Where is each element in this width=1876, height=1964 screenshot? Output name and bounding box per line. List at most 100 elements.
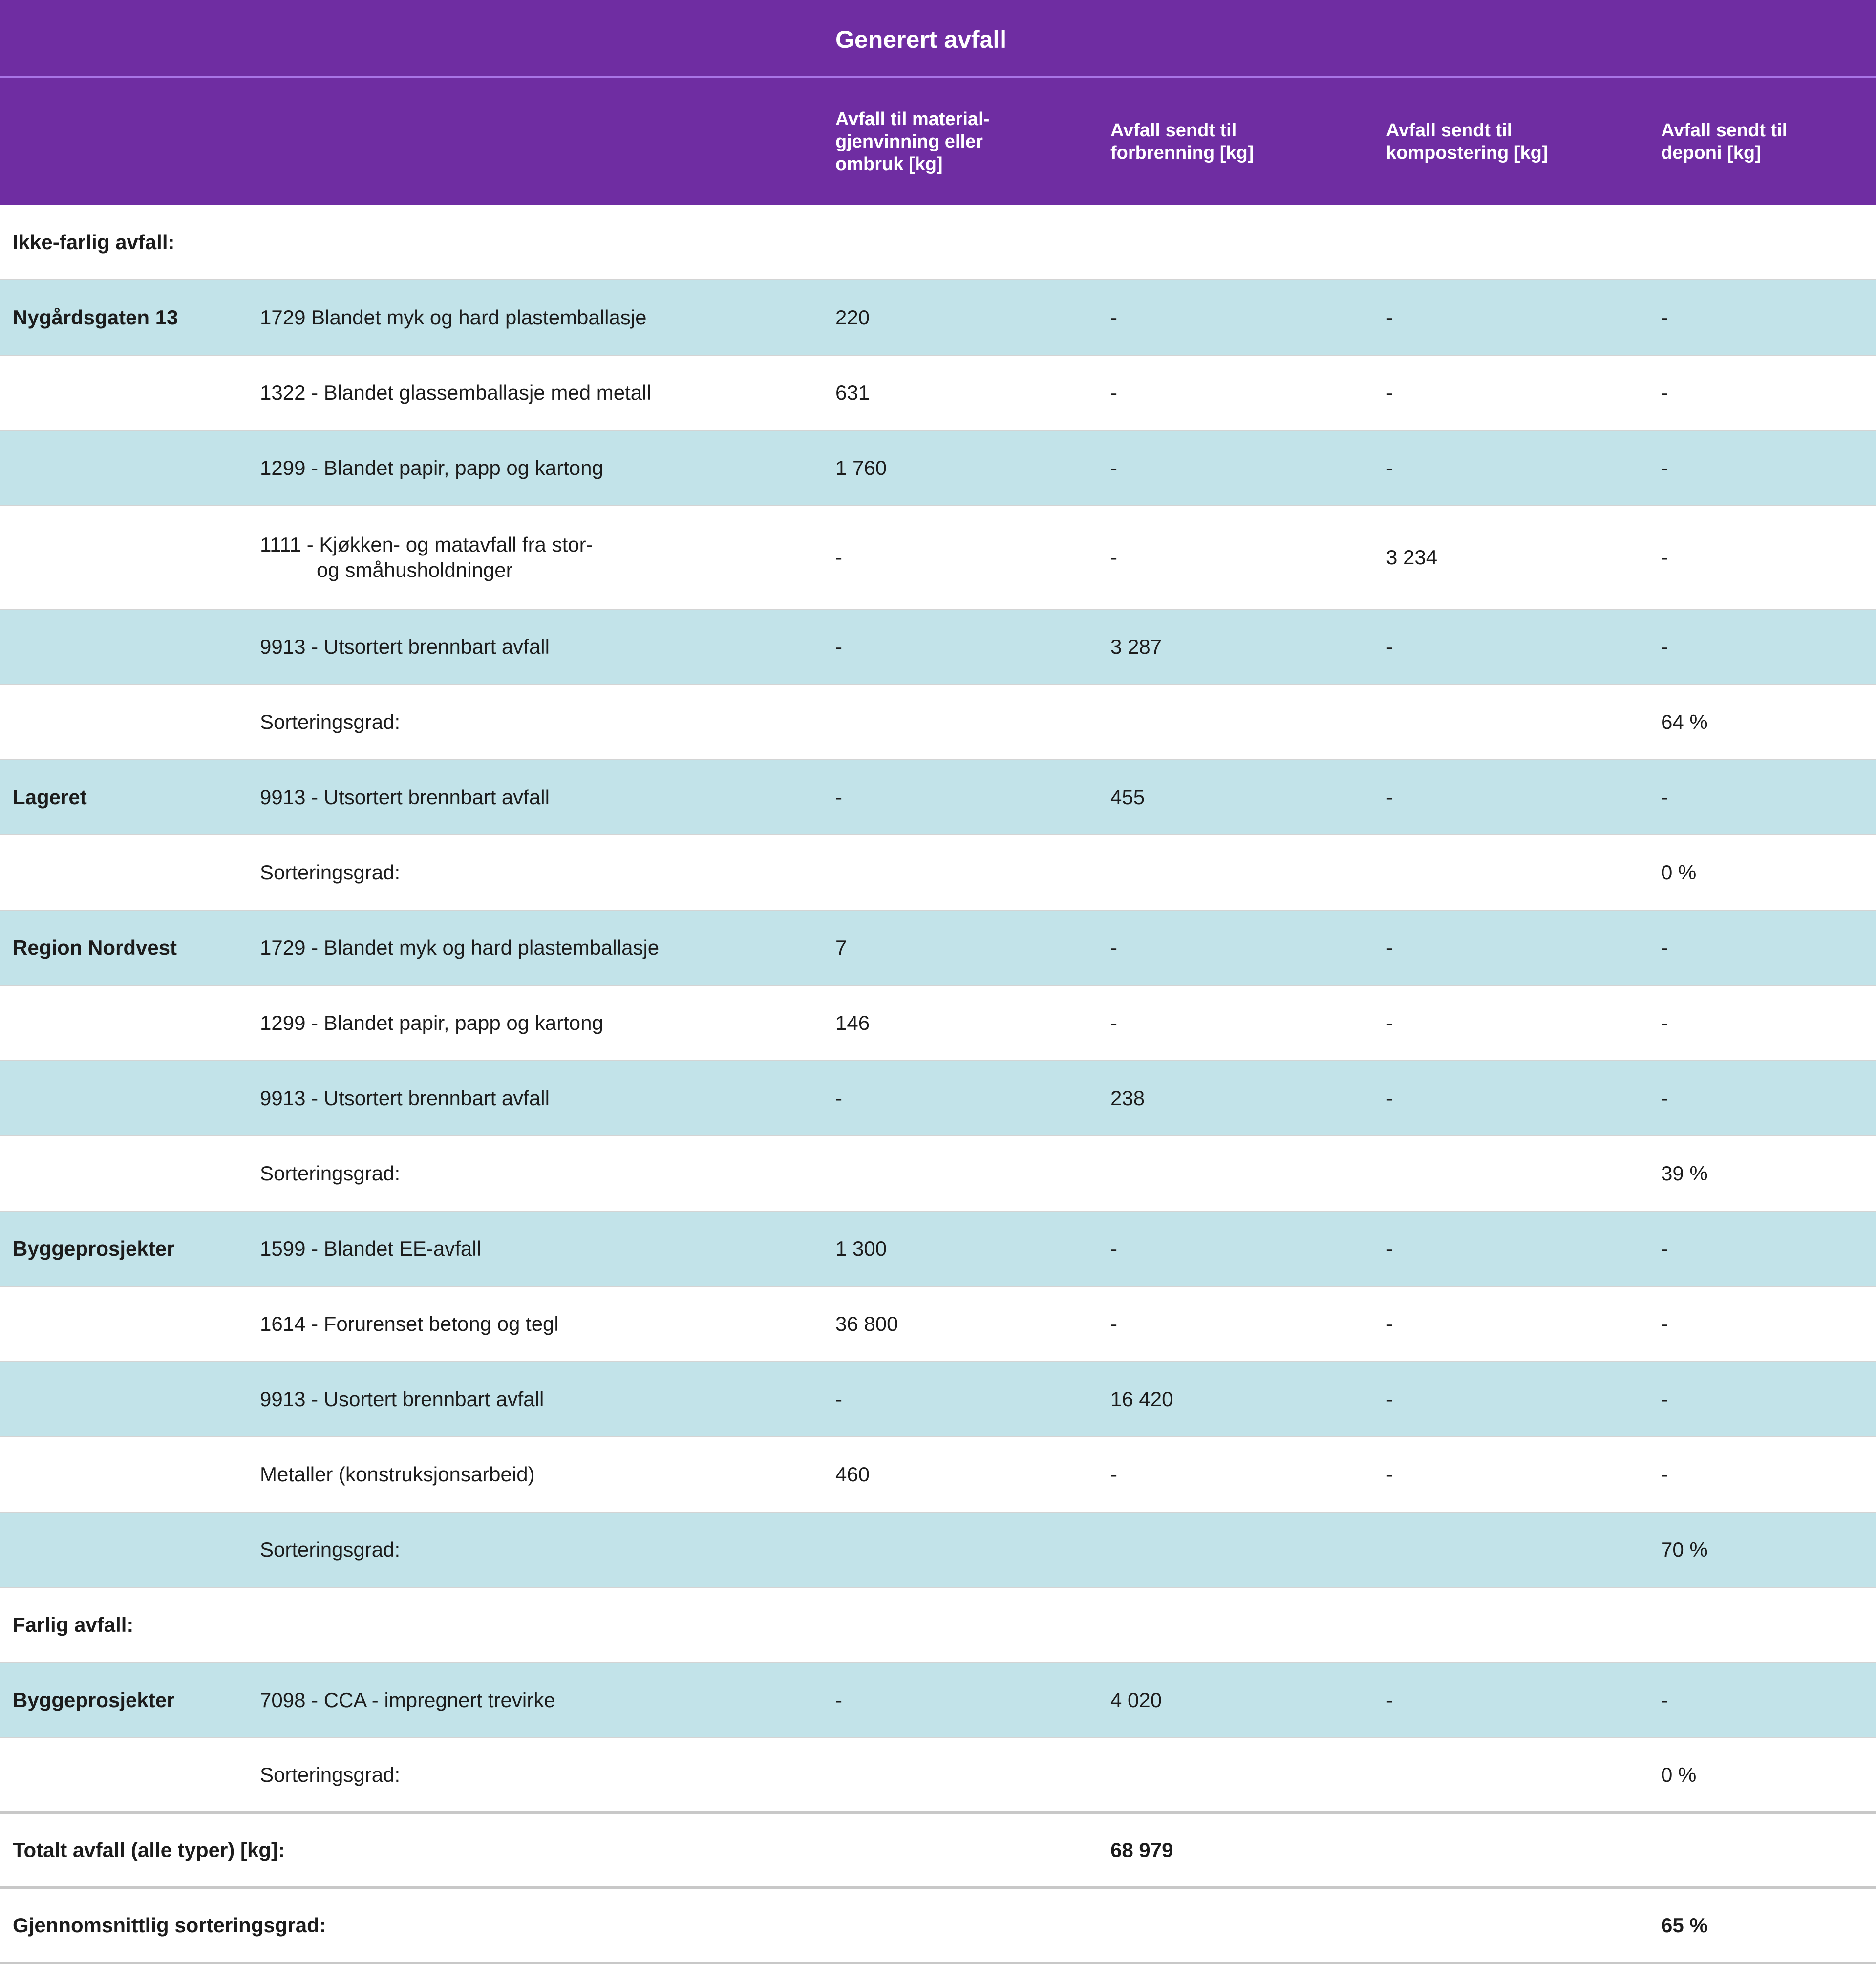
recycling-cell: 460 <box>835 1463 870 1486</box>
table-row: 1111 - Kjøkken- og matavfall fra stor- o… <box>0 506 1876 610</box>
recycling-cell: 7 <box>835 936 847 959</box>
landfill-cell: - <box>1661 1237 1668 1260</box>
table-row: Metaller (konstruksjonsarbeid) 460 - - - <box>0 1437 1876 1513</box>
table-row: Byggeprosjekter 7098 - CCA - impregnert … <box>0 1663 1876 1738</box>
sorting-rate-label: Sorteringsgrad: <box>260 1538 401 1561</box>
incineration-cell: - <box>1110 1011 1117 1034</box>
composting-cell: - <box>1386 936 1393 959</box>
column-header-row: Avfall til material- gjenvinning eller o… <box>0 78 1876 205</box>
incineration-cell: 238 <box>1110 1087 1145 1110</box>
incineration-cell: 455 <box>1110 786 1145 809</box>
table-title-bar: Generert avfall <box>0 0 1876 78</box>
total-waste-row: Totalt avfall (alle typer) [kg]: 68 979 <box>0 1814 1876 1889</box>
sorting-rate-label: Sorteringsgrad: <box>260 1763 401 1786</box>
header-recycling: Avfall til material- gjenvinning eller o… <box>835 109 990 174</box>
recycling-cell: - <box>835 1087 842 1110</box>
table-row: 9913 - Utsortert brennbart avfall - 3 28… <box>0 610 1876 685</box>
incineration-cell: 3 287 <box>1110 635 1162 658</box>
landfill-cell: - <box>1661 1388 1668 1410</box>
incineration-cell: - <box>1110 1312 1117 1335</box>
location-cell: Byggeprosjekter <box>13 1237 175 1260</box>
landfill-cell: - <box>1661 456 1668 479</box>
waste-type-cell: 1299 - Blandet papir, papp og kartong <box>260 456 603 479</box>
waste-type-cell: 7098 - CCA - impregnert trevirke <box>260 1688 555 1711</box>
incineration-cell: - <box>1110 936 1117 959</box>
landfill-cell: - <box>1661 786 1668 809</box>
composting-cell: - <box>1386 1388 1393 1410</box>
table-row: Lageret 9913 - Utsortert brennbart avfal… <box>0 760 1876 835</box>
recycling-cell: 220 <box>835 306 870 329</box>
incineration-cell: - <box>1110 306 1117 329</box>
composting-cell: - <box>1386 635 1393 658</box>
recycling-cell: 1 300 <box>835 1237 887 1260</box>
table-title: Generert avfall <box>835 26 1007 53</box>
landfill-cell: - <box>1661 1011 1668 1034</box>
recycling-cell: - <box>835 635 842 658</box>
average-sorting-rate-label: Gjennomsnittlig sorteringsgrad: <box>13 1913 326 1937</box>
landfill-cell: - <box>1661 1688 1668 1711</box>
sorting-rate-row: Sorteringsgrad: 70 % <box>0 1513 1876 1588</box>
waste-type-cell: 1299 - Blandet papir, papp og kartong <box>260 1011 603 1034</box>
waste-type-cell: 1729 Blandet myk og hard plastemballasje <box>260 306 647 329</box>
sorting-rate-label: Sorteringsgrad: <box>260 710 401 733</box>
composting-cell: - <box>1386 1237 1393 1260</box>
table-body: Ikke-farlig avfall: Nygårdsgaten 13 1729… <box>0 205 1876 1964</box>
recycling-cell: - <box>835 786 842 809</box>
composting-cell: - <box>1386 1463 1393 1486</box>
waste-table: Generert avfall Avfall til material- gje… <box>0 0 1876 1964</box>
recycling-cell: 631 <box>835 381 870 404</box>
waste-type-cell: 1729 - Blandet myk og hard plastemballas… <box>260 936 660 959</box>
sorting-rate-value: 70 % <box>1661 1538 1708 1561</box>
header-composting: Avfall sendt til kompostering [kg] <box>1386 120 1548 163</box>
average-sorting-rate-value: 65 % <box>1661 1913 1708 1937</box>
composting-cell: 3 234 <box>1386 546 1438 569</box>
average-sorting-rate-row: Gjennomsnittlig sorteringsgrad: 65 % <box>0 1889 1876 1964</box>
sorting-rate-value: 0 % <box>1661 861 1697 884</box>
landfill-cell: - <box>1661 546 1668 569</box>
recycling-cell: - <box>835 1688 842 1711</box>
incineration-cell: - <box>1110 1237 1117 1260</box>
table-row: 9913 - Usortert brennbart avfall - 16 42… <box>0 1362 1876 1437</box>
table-row: 1299 - Blandet papir, papp og kartong 14… <box>0 986 1876 1061</box>
table-row: 1614 - Forurenset betong og tegl 36 800 … <box>0 1287 1876 1362</box>
sorting-rate-row: Sorteringsgrad: 0 % <box>0 1738 1876 1814</box>
incineration-cell: - <box>1110 456 1117 479</box>
composting-cell: - <box>1386 306 1393 329</box>
section-header-row: Ikke-farlig avfall: <box>0 205 1876 280</box>
incineration-cell: - <box>1110 381 1117 404</box>
landfill-cell: - <box>1661 1312 1668 1335</box>
waste-type-cell: 9913 - Utsortert brennbart avfall <box>260 786 550 809</box>
section-label-hazardous: Farlig avfall: <box>13 1613 134 1636</box>
recycling-cell: 36 800 <box>835 1312 898 1335</box>
total-waste-value: 68 979 <box>1110 1838 1173 1861</box>
incineration-cell: - <box>1110 1463 1117 1486</box>
location-cell: Nygårdsgaten 13 <box>13 306 178 329</box>
composting-cell: - <box>1386 1087 1393 1110</box>
header-incineration: Avfall sendt til forbrenning [kg] <box>1110 120 1254 163</box>
recycling-cell: - <box>835 546 842 569</box>
recycling-cell: - <box>835 1388 842 1410</box>
table-row: 9913 - Utsortert brennbart avfall - 238 … <box>0 1061 1876 1136</box>
total-waste-label: Totalt avfall (alle typer) [kg]: <box>13 1838 285 1861</box>
waste-type-line-1: 1111 - Kjøkken- og matavfall fra stor- <box>260 533 593 556</box>
landfill-cell: - <box>1661 381 1668 404</box>
location-cell: Byggeprosjekter <box>13 1688 175 1711</box>
table-row: 1322 - Blandet glassemballasje med metal… <box>0 356 1876 431</box>
location-cell: Lageret <box>13 786 87 809</box>
composting-cell: - <box>1386 1688 1393 1711</box>
incineration-cell: 4 020 <box>1110 1688 1162 1711</box>
waste-type-cell: 9913 - Usortert brennbart avfall <box>260 1388 544 1410</box>
table-row: Nygårdsgaten 13 1729 Blandet myk og hard… <box>0 280 1876 356</box>
sorting-rate-label: Sorteringsgrad: <box>260 861 401 884</box>
table-row: Region Nordvest 1729 - Blandet myk og ha… <box>0 911 1876 986</box>
location-cell: Region Nordvest <box>13 936 177 959</box>
waste-type-cell: 1322 - Blandet glassemballasje med metal… <box>260 381 651 404</box>
table-row: Byggeprosjekter 1599 - Blandet EE-avfall… <box>0 1212 1876 1287</box>
section-label-non-hazardous: Ikke-farlig avfall: <box>13 231 175 254</box>
composting-cell: - <box>1386 1011 1393 1034</box>
waste-type-cell: 1111 - Kjøkken- og matavfall fra stor- o… <box>260 506 835 609</box>
sorting-rate-value: 0 % <box>1661 1763 1697 1786</box>
recycling-cell: 146 <box>835 1011 870 1034</box>
sorting-rate-row: Sorteringsgrad: 0 % <box>0 835 1876 911</box>
header-landfill: Avfall sendt til deponi [kg] <box>1661 120 1788 163</box>
